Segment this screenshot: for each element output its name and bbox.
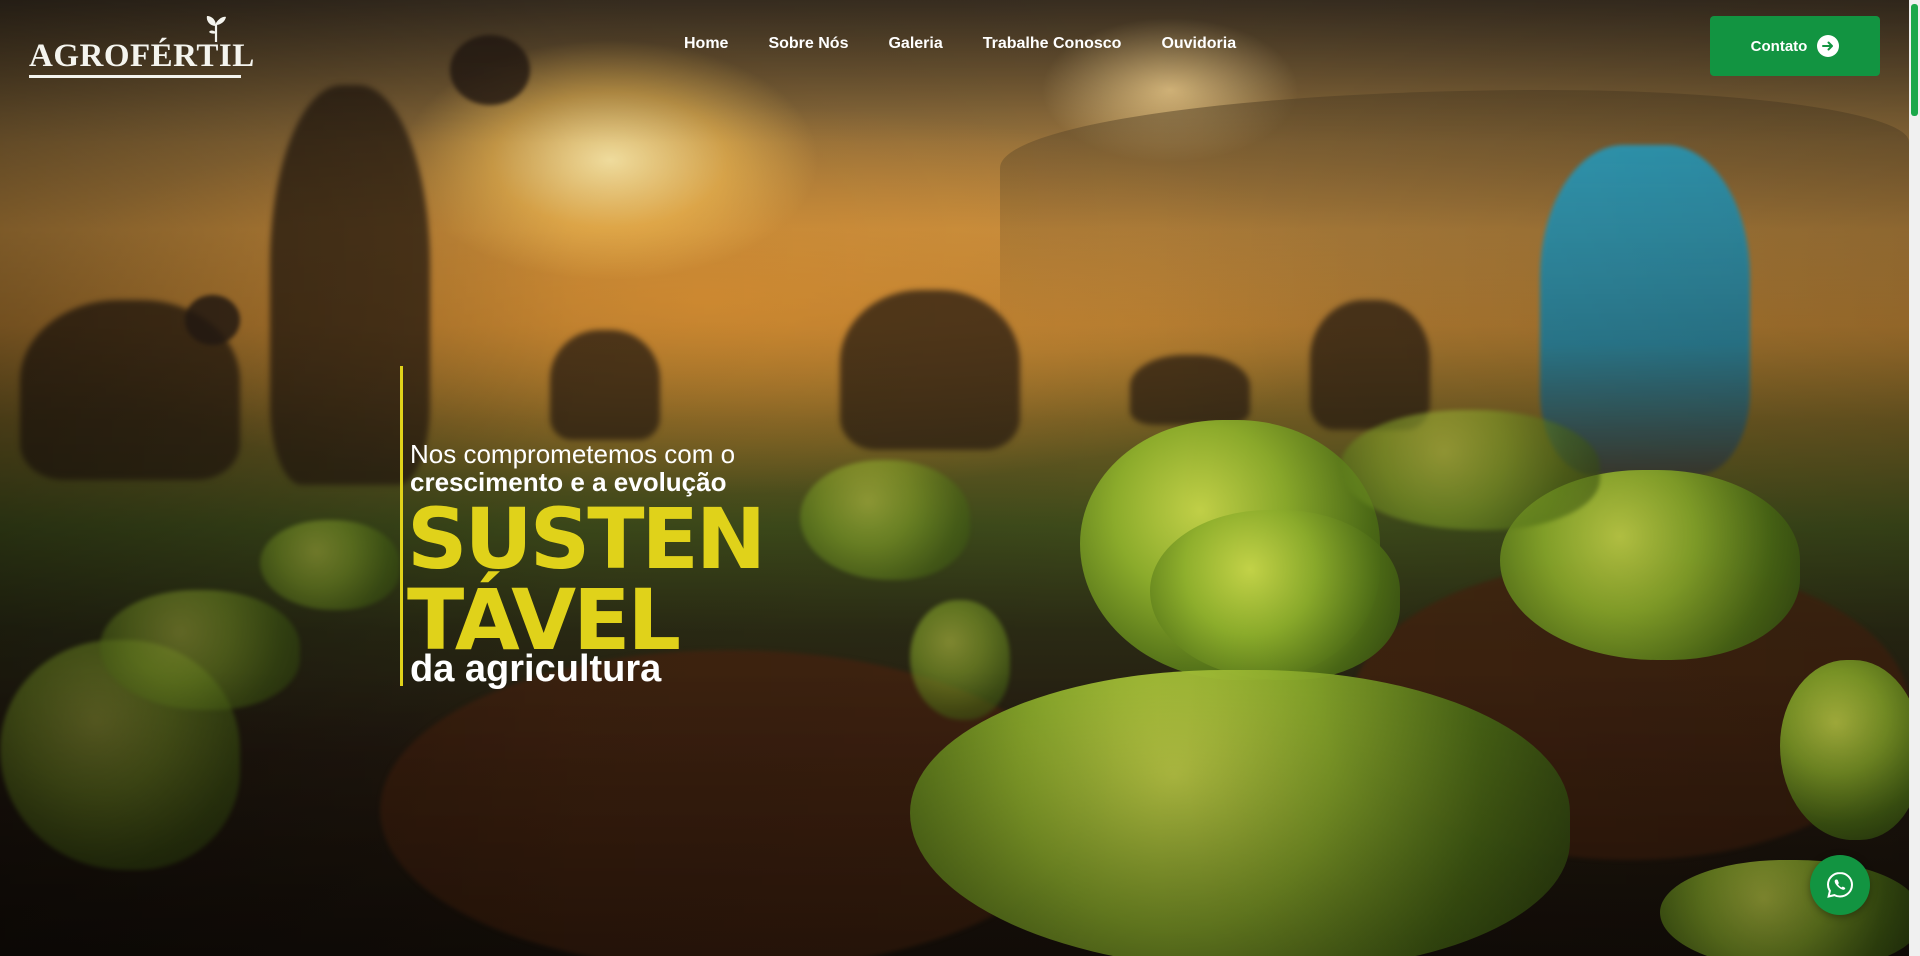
nav-item-galeria[interactable]: Galeria [888,35,942,53]
hero-tagline-line1: Nos comprometemos com o [410,439,736,469]
nav-item-ouvidoria[interactable]: Ouvidoria [1161,35,1236,53]
nav-item-sobre-nos[interactable]: Sobre Nós [768,35,848,53]
hero-accent-line [400,366,403,686]
page-scrollbar[interactable] [1909,0,1920,956]
logo-wordmark: AGROFÉRTIL [29,38,255,74]
contact-button[interactable]: Contato [1710,16,1880,76]
arrow-right-circle-icon [1817,35,1840,57]
site-header: AGROFÉRTIL Home Sobre Nós Galeria Trabal… [0,0,1909,90]
image-overlay [0,0,1909,956]
main-nav: Home Sobre Nós Galeria Trabalhe Conosco … [684,35,1276,53]
contact-button-label: Contato [1750,37,1808,55]
hero-tagline-line3: da agricultura [410,648,662,690]
hero-headline-part1: SUSTEN [407,490,766,588]
scrollbar-thumb[interactable] [1911,4,1918,116]
nav-item-home[interactable]: Home [684,35,728,53]
whatsapp-icon [1826,871,1854,898]
logo-underline [29,75,241,78]
whatsapp-button[interactable] [1810,855,1870,915]
page-viewport: AGROFÉRTIL Home Sobre Nós Galeria Trabal… [0,0,1909,956]
nav-item-trabalhe-conosco[interactable]: Trabalhe Conosco [983,35,1122,53]
site-logo[interactable]: AGROFÉRTIL [29,14,254,78]
